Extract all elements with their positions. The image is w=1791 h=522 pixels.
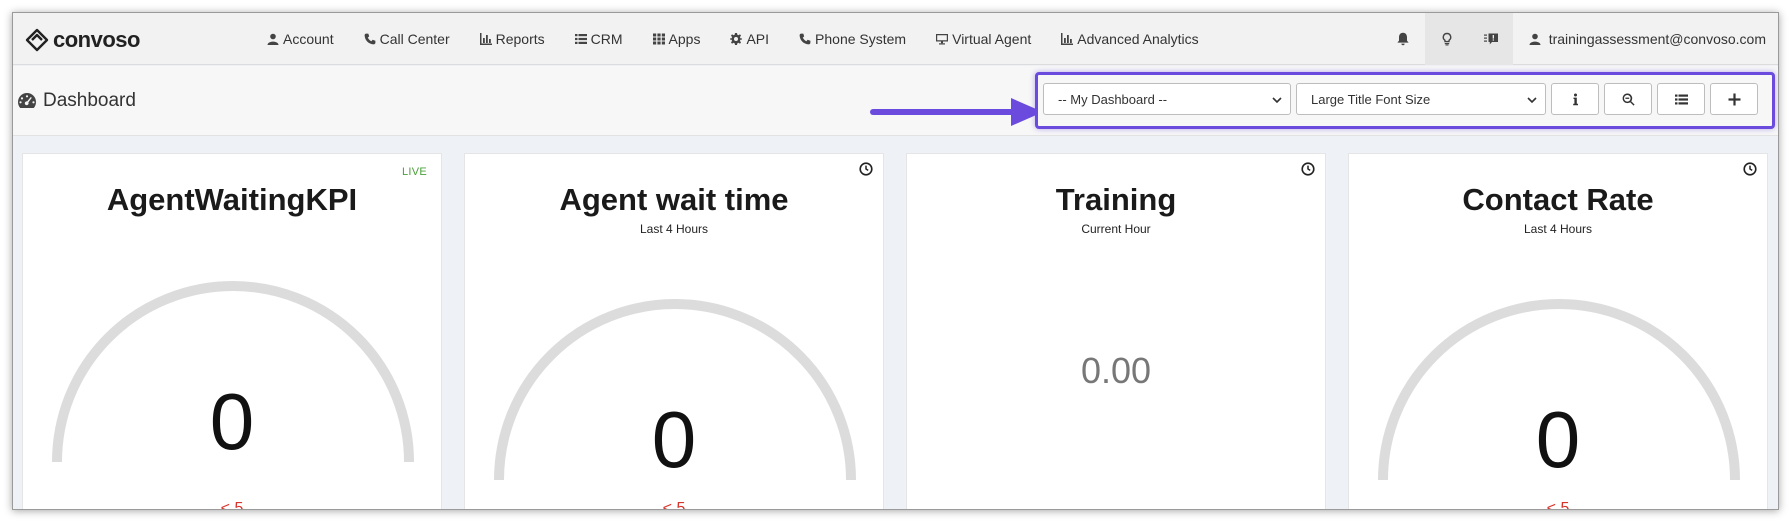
nav-item-reports[interactable]: Reports (479, 31, 545, 47)
gauge-value: 0 (651, 395, 697, 484)
nav-right: trainingassessment@convoso.com (1381, 13, 1778, 65)
list-view-button[interactable] (1657, 83, 1705, 115)
bar-chart-icon (1061, 33, 1074, 45)
page-title: Dashboard (17, 90, 136, 112)
nav-item-call-center[interactable]: Call Center (364, 31, 450, 47)
nav-menu: Account Call Center Reports CRM Apps API (267, 13, 1229, 65)
nav-item-label: Reports (495, 31, 545, 47)
font-size-select[interactable]: Large Title Font Size (1296, 83, 1546, 115)
nav-item-label: Account (283, 31, 334, 47)
gauge-threshold-label: < 5 (1546, 500, 1570, 510)
font-size-select-value: Large Title Font Size (1311, 91, 1431, 107)
search-icon (1622, 92, 1635, 106)
live-badge: LIVE (401, 166, 427, 178)
chevron-down-icon (1272, 97, 1282, 104)
widget-card-agent-waiting-kpi[interactable]: LIVE AgentWaitingKPI 0 < 5 (22, 153, 442, 510)
widget-subtitle: Last 4 Hours (1523, 222, 1593, 236)
nav-item-api[interactable]: API (730, 31, 769, 47)
message-list-icon (1483, 33, 1498, 45)
bar-chart-icon (479, 33, 492, 45)
nav-item-label: Phone System (815, 31, 907, 47)
announcements-button[interactable] (1468, 13, 1513, 65)
widget-subtitle: Current Hour (1081, 222, 1151, 236)
lightbulb-icon (1442, 32, 1452, 46)
widget-title: Training (1055, 182, 1177, 217)
add-widget-button[interactable] (1710, 83, 1758, 115)
widget-title: AgentWaitingKPI (106, 182, 358, 217)
clock-icon (1301, 162, 1315, 176)
clock-icon (859, 162, 873, 176)
tips-button[interactable] (1424, 13, 1469, 65)
logo-text: convoso (53, 27, 140, 52)
widget-card-contact-rate[interactable]: Contact Rate Last 4 Hours 0 < 5 (1348, 153, 1768, 510)
nav-item-label: Call Center (379, 31, 450, 47)
info-icon (1572, 93, 1578, 105)
widget-card-agent-wait-time[interactable]: Agent wait time Last 4 Hours 0 < 5 (464, 153, 884, 510)
widget-subtitle: Last 4 Hours (639, 222, 709, 236)
callout-arrow-icon (870, 98, 1043, 126)
user-menu[interactable]: trainingassessment@convoso.com (1513, 31, 1778, 47)
chevron-down-icon (1527, 97, 1537, 104)
app-window: convoso Account Call Center Reports CRM … (12, 12, 1779, 510)
user-icon (267, 33, 279, 45)
clock-icon (1743, 162, 1757, 176)
nav-item-apps[interactable]: Apps (652, 31, 701, 47)
list-icon (574, 34, 587, 44)
nav-item-crm[interactable]: CRM (574, 31, 623, 47)
top-nav: convoso Account Call Center Reports CRM … (13, 13, 1778, 65)
gauge-value: 0 (1535, 395, 1581, 484)
nav-item-advanced-analytics[interactable]: Advanced Analytics (1061, 31, 1199, 47)
page-title-text: Dashboard (43, 90, 136, 111)
monitor-icon (936, 34, 949, 45)
dashboard-gauge-icon (17, 93, 37, 108)
grid-icon (652, 33, 665, 45)
gauge-threshold-label: < 5 (220, 500, 244, 510)
plus-icon (1728, 93, 1740, 105)
widget-card-training[interactable]: Training Current Hour 0.00 (906, 153, 1326, 509)
nav-item-label: Advanced Analytics (1077, 31, 1199, 47)
dashboard-toolbar: -- My Dashboard -- Large Title Font Size (1035, 72, 1775, 129)
notifications-button[interactable] (1381, 13, 1425, 65)
convoso-logo-icon (25, 28, 49, 52)
nav-item-phone-system[interactable]: Phone System (799, 31, 906, 47)
dashboard-select-value: -- My Dashboard -- (1058, 91, 1168, 107)
gauge-threshold-label: < 5 (662, 500, 686, 510)
nav-item-label: Apps (668, 31, 701, 47)
zoom-button[interactable] (1604, 83, 1652, 115)
widget-title: Contact Rate (1462, 182, 1654, 217)
metric-value: 0.00 (1080, 350, 1152, 391)
widget-title: Agent wait time (559, 182, 789, 217)
nav-item-label: Virtual Agent (952, 31, 1032, 47)
user-email: trainingassessment@convoso.com (1548, 31, 1766, 47)
phone-icon (364, 33, 375, 45)
list-icon (1674, 94, 1688, 104)
logo[interactable]: convoso (25, 27, 140, 53)
dashboard-select[interactable]: -- My Dashboard -- (1043, 83, 1291, 115)
bell-icon (1397, 32, 1409, 46)
info-button[interactable] (1551, 83, 1599, 115)
nav-item-label: API (746, 31, 770, 47)
user-icon (1529, 33, 1541, 45)
nav-item-account[interactable]: Account (267, 31, 334, 47)
gear-icon (730, 33, 743, 45)
nav-item-label: CRM (590, 31, 623, 47)
nav-item-virtual-agent[interactable]: Virtual Agent (936, 31, 1031, 47)
phone-icon (799, 33, 811, 45)
gauge-value: 0 (209, 377, 255, 466)
